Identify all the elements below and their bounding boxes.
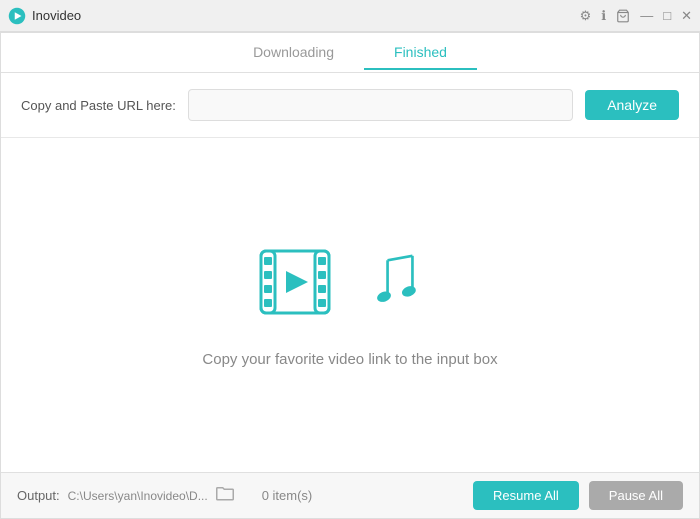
music-note-icon	[368, 245, 448, 320]
empty-state-message: Copy your favorite video link to the inp…	[202, 351, 497, 368]
app-icon	[8, 7, 26, 25]
output-label: Output:	[17, 488, 60, 503]
film-strip-icon	[253, 243, 348, 323]
minimize-icon[interactable]: —	[640, 8, 653, 23]
title-bar: Inovideo ⚙ ℹ — □ ✕	[0, 0, 700, 32]
title-bar-left: Inovideo	[8, 7, 81, 25]
url-input[interactable]	[188, 89, 573, 121]
maximize-icon[interactable]: □	[663, 8, 671, 23]
illustration	[253, 243, 448, 323]
pause-all-button[interactable]: Pause All	[589, 481, 683, 510]
tab-downloading[interactable]: Downloading	[223, 36, 364, 70]
resume-all-button[interactable]: Resume All	[473, 481, 579, 510]
url-label: Copy and Paste URL here:	[21, 98, 176, 113]
title-bar-controls: ⚙ ℹ — □ ✕	[580, 8, 692, 24]
settings-icon[interactable]: ⚙	[580, 8, 592, 24]
bottom-right: Resume All Pause All	[473, 481, 683, 510]
info-icon[interactable]: ℹ	[601, 8, 606, 24]
cart-icon[interactable]	[616, 9, 630, 23]
items-count: 0 item(s)	[262, 488, 313, 503]
output-path: C:\Users\yan\Inovideo\D...	[68, 489, 208, 503]
folder-icon[interactable]	[216, 485, 234, 506]
bottom-bar: Output: C:\Users\yan\Inovideo\D... 0 ite…	[1, 472, 699, 518]
url-area: Copy and Paste URL here: Analyze	[1, 73, 699, 138]
bottom-left: Output: C:\Users\yan\Inovideo\D... 0 ite…	[17, 485, 312, 506]
content-area: Copy your favorite video link to the inp…	[1, 138, 699, 472]
tab-finished[interactable]: Finished	[364, 36, 477, 70]
main-window: Downloading Finished Copy and Paste URL …	[0, 32, 700, 519]
url-input-wrapper	[188, 89, 573, 121]
tab-bar: Downloading Finished	[1, 33, 699, 73]
analyze-button[interactable]: Analyze	[585, 90, 679, 120]
app-title: Inovideo	[32, 8, 81, 23]
close-icon[interactable]: ✕	[681, 8, 692, 24]
